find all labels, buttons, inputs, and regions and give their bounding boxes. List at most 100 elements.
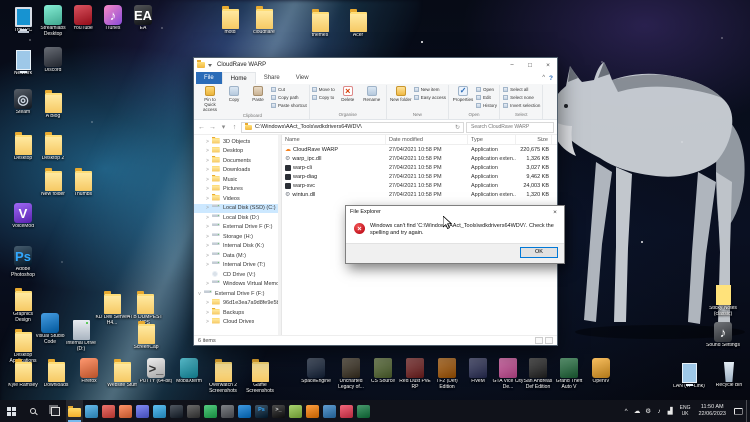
- taskbar-app[interactable]: [66, 400, 83, 422]
- taskbar-app[interactable]: [117, 400, 134, 422]
- expand-chevron-icon[interactable]: >: [205, 300, 210, 306]
- close-button[interactable]: ×: [539, 58, 557, 72]
- details-view-button[interactable]: [535, 337, 543, 344]
- desktop-icon[interactable]: Internal Drive (D:): [64, 313, 98, 353]
- file-row[interactable]: ⚙ wintun.dll 27/04/2021 10:58 PM Applica…: [282, 190, 557, 199]
- nav-item[interactable]: > Cloud Drives: [194, 318, 281, 328]
- desktop-icon[interactable]: cloudflare: [247, 5, 281, 36]
- desktop-icon[interactable]: OpenIV: [584, 358, 618, 385]
- action-center-button[interactable]: [730, 400, 746, 422]
- ribbon-button[interactable]: Select all: [503, 86, 540, 93]
- desktop-icon[interactable]: Recycle Bin: [712, 360, 746, 389]
- taskbar-app[interactable]: [100, 400, 117, 422]
- desktop-icon[interactable]: Acer: [341, 8, 375, 39]
- nav-item[interactable]: > Internal Disk (K:): [194, 242, 281, 252]
- tray-icon[interactable]: ▟: [665, 407, 676, 415]
- clock[interactable]: 11:50 AM 22/06/2023: [694, 404, 730, 418]
- desktop-icon[interactable]: Streamlabs Desktop: [36, 5, 70, 38]
- ribbon-tab[interactable]: View: [288, 72, 317, 84]
- expand-chevron-icon[interactable]: v: [197, 291, 202, 297]
- desktop-icon[interactable]: ◎ Steam: [6, 89, 40, 116]
- desktop-icon[interactable]: Firefox: [72, 358, 106, 385]
- expand-chevron-icon[interactable]: >: [205, 196, 210, 202]
- ribbon-button[interactable]: Open: [476, 86, 497, 93]
- minimize-button[interactable]: −: [503, 58, 521, 72]
- file-row[interactable]: warp-cli 27/04/2021 10:58 PM Application…: [282, 163, 557, 172]
- desktop-icon[interactable]: LAN (TP-Link): [672, 360, 706, 390]
- desktop-icon[interactable]: Overwatch 2 Screenshots: [206, 358, 240, 395]
- language-indicator[interactable]: ENG UK: [676, 405, 695, 417]
- show-desktop-button[interactable]: [746, 400, 750, 422]
- maximize-button[interactable]: □: [521, 58, 539, 72]
- nav-item[interactable]: > Documents: [194, 156, 281, 166]
- ribbon-button[interactable]: Rename: [360, 85, 384, 112]
- expand-chevron-icon[interactable]: >: [205, 310, 210, 316]
- nav-item[interactable]: > Music: [194, 175, 281, 185]
- expand-chevron-icon[interactable]: >: [205, 139, 210, 145]
- ribbon-button[interactable]: Properties: [451, 85, 475, 112]
- recent-locations-button[interactable]: ▾: [219, 123, 228, 131]
- desktop-icon[interactable]: Grand Theft Auto V: [552, 358, 586, 391]
- column-header[interactable]: Size: [516, 135, 552, 144]
- expand-chevron-icon[interactable]: >: [205, 158, 210, 164]
- nav-item[interactable]: > Desktop: [194, 147, 281, 157]
- desktop-icon[interactable]: SpaceEngine: [299, 358, 333, 385]
- forward-button[interactable]: →: [208, 124, 217, 131]
- desktop-icon[interactable]: A Blog: [36, 89, 70, 120]
- desktop-icon[interactable]: Ps Adobe Photoshop: [6, 246, 40, 279]
- expand-chevron-icon[interactable]: >: [205, 215, 210, 221]
- expand-chevron-icon[interactable]: >: [205, 243, 210, 249]
- ribbon-tab[interactable]: Share: [256, 72, 288, 84]
- desktop-icon[interactable]: KD Dell Server H4...: [95, 290, 129, 327]
- start-button[interactable]: [0, 400, 22, 422]
- nav-item[interactable]: > 96d1e3ea7a9d8fe9e5b56e32fe5b57fe: [194, 299, 281, 309]
- desktop-icon[interactable]: TF2 (Def) Edition: [430, 358, 464, 391]
- expand-chevron-icon[interactable]: >: [205, 205, 210, 211]
- ribbon-button[interactable]: Paste shortcut: [271, 102, 307, 109]
- file-row[interactable]: warp-diag 27/04/2021 10:58 PM Applicatio…: [282, 172, 557, 181]
- desktop-icon[interactable]: Red Dust PvE RP: [398, 358, 432, 391]
- desktop-icon[interactable]: themes: [303, 8, 337, 39]
- tray-icon[interactable]: ♪: [654, 408, 665, 415]
- desktop-icon[interactable]: ScreenCap: [129, 320, 163, 351]
- ribbon-button[interactable]: Copy to: [312, 94, 335, 101]
- large-icons-view-button[interactable]: [545, 337, 553, 344]
- column-header[interactable]: Name: [282, 135, 386, 144]
- taskbar-app[interactable]: [185, 400, 202, 422]
- nav-item[interactable]: > Internal Drive (T:): [194, 261, 281, 271]
- address-box[interactable]: C:\Windows\AAct_Tools\wdkdrivers64WDV\ ↻: [241, 122, 464, 133]
- nav-item[interactable]: > Downloads: [194, 166, 281, 176]
- column-header[interactable]: Date modified: [386, 135, 468, 144]
- taskbar-app[interactable]: [134, 400, 151, 422]
- ribbon-button[interactable]: New folder: [389, 85, 413, 112]
- desktop-icon[interactable]: MobaXterm: [172, 358, 206, 385]
- taskbar-app[interactable]: [202, 400, 219, 422]
- ribbon-button[interactable]: Edit: [476, 94, 497, 101]
- expand-chevron-icon[interactable]: >: [205, 167, 210, 173]
- taskbar-app[interactable]: [168, 400, 185, 422]
- ribbon-button[interactable]: Copy: [222, 85, 246, 113]
- expand-chevron-icon[interactable]: >: [205, 253, 210, 259]
- desktop-icon[interactable]: Kyle Ramsey: [6, 358, 40, 389]
- taskbar-app[interactable]: >_: [270, 400, 287, 422]
- ribbon-tab[interactable]: Home: [222, 72, 256, 84]
- desktop-icon[interactable]: Downloads: [39, 358, 73, 389]
- ribbon-button[interactable]: Delete: [336, 85, 360, 112]
- expand-chevron-icon[interactable]: >: [205, 281, 210, 287]
- desktop-icon[interactable]: Thumbs: [66, 167, 100, 198]
- up-button[interactable]: ↑: [230, 124, 239, 131]
- dialog-close-button[interactable]: ×: [546, 206, 564, 218]
- search-input[interactable]: [469, 123, 551, 131]
- desktop-icon[interactable]: >_ PuTTY (64-bit): [139, 358, 173, 385]
- desktop-icon[interactable]: Visual Studio Code: [33, 313, 67, 346]
- help-button[interactable]: ?: [549, 75, 553, 82]
- refresh-button[interactable]: ↻: [455, 124, 460, 131]
- tray-icon[interactable]: ⚙: [643, 407, 654, 415]
- desktop-icon[interactable]: motd: [213, 5, 247, 36]
- nav-item[interactable]: > 3D Objects: [194, 137, 281, 147]
- taskbar-search-button[interactable]: [22, 400, 44, 422]
- taskbar-app[interactable]: [321, 400, 338, 422]
- nav-item[interactable]: > Local Disk (SSD) (C:): [194, 204, 281, 214]
- taskbar-app[interactable]: [287, 400, 304, 422]
- expand-chevron-icon[interactable]: >: [205, 319, 210, 325]
